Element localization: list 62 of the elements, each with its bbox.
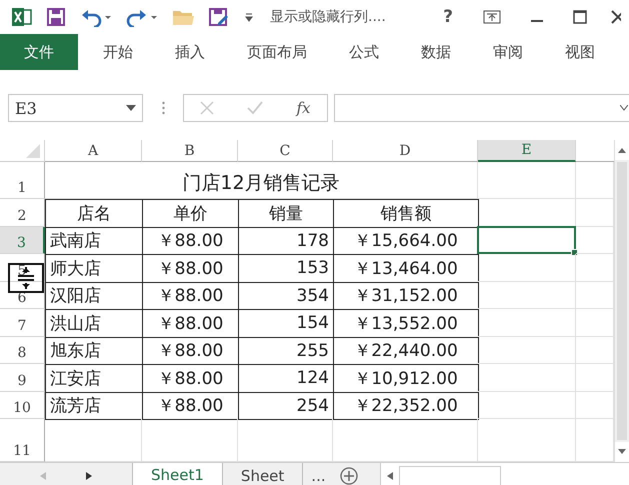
redo-icon[interactable] — [126, 7, 158, 27]
help-button[interactable]: ? — [443, 7, 453, 27]
undo-icon[interactable] — [80, 7, 112, 27]
row-header[interactable]: 9 — [0, 364, 45, 392]
enter-icon[interactable] — [247, 101, 264, 115]
empty-cell[interactable] — [478, 392, 576, 419]
empty-cell[interactable] — [478, 364, 576, 392]
empty-cell[interactable] — [478, 336, 576, 364]
column-header[interactable]: B — [142, 140, 238, 162]
empty-cell[interactable] — [478, 282, 576, 309]
table-cell: 流芳店 — [45, 392, 143, 420]
ribbon-tab[interactable]: 视图 — [544, 34, 616, 70]
scroll-down-icon[interactable] — [618, 449, 626, 455]
sheet-tab[interactable]: Sheet1 — [132, 463, 223, 485]
ribbon-tab[interactable]: 页面布局 — [226, 34, 328, 70]
add-sheet-icon[interactable] — [340, 466, 358, 484]
save-icon[interactable] — [46, 7, 66, 27]
ribbon-display-icon[interactable] — [483, 10, 501, 24]
table-title: 门店12月销售记录 — [45, 162, 478, 199]
column-header[interactable]: E — [478, 140, 576, 162]
ribbon-tab[interactable]: 插入 — [154, 34, 226, 70]
formula-input[interactable] — [334, 94, 629, 122]
column-heading: 店名 — [45, 199, 143, 228]
more-sheets-button[interactable]: ... — [303, 463, 334, 485]
empty-cell[interactable] — [478, 162, 576, 199]
row-header[interactable]: 1 — [0, 162, 45, 199]
insert-function-button[interactable]: fx — [296, 99, 310, 117]
column-header[interactable]: C — [238, 140, 333, 162]
ribbon-tab[interactable]: 开始 — [82, 34, 154, 70]
column-heading: 销售额 — [333, 199, 479, 228]
empty-cell[interactable] — [478, 309, 576, 336]
row-header[interactable]: 8 — [0, 336, 45, 364]
scroll-left-icon[interactable] — [386, 472, 395, 480]
expand-icon[interactable] — [620, 105, 628, 111]
ribbon-tab[interactable]: 文件 — [0, 34, 78, 70]
scroll-up-icon[interactable] — [618, 147, 626, 153]
grip-icon — [162, 101, 164, 115]
window-title: 显示或隐藏行列.... — [270, 8, 386, 26]
ribbon-tab[interactable]: 公式 — [328, 34, 400, 70]
empty-cell[interactable] — [478, 254, 576, 282]
maximize-icon[interactable] — [573, 10, 587, 24]
cancel-icon[interactable] — [200, 101, 214, 115]
name-box[interactable]: E3 — [8, 94, 143, 122]
save-as-icon[interactable] — [208, 7, 230, 27]
row-resize-cursor-icon — [8, 263, 44, 293]
close-icon[interactable] — [611, 10, 621, 24]
ribbon-tab[interactable]: 审阅 — [472, 34, 544, 70]
excel-logo-icon — [12, 7, 32, 27]
row-header[interactable]: 10 — [0, 392, 45, 419]
select-all-icon[interactable] — [26, 144, 40, 158]
table-cell: ￥22,352.00 — [333, 392, 479, 420]
ribbon-tab[interactable]: 数据 — [400, 34, 472, 70]
vertical-scrollbar[interactable] — [614, 140, 629, 462]
customize-caret-icon[interactable] — [244, 11, 254, 23]
selected-cell[interactable] — [477, 226, 576, 254]
next-sheet-icon[interactable] — [86, 472, 92, 480]
row-header[interactable]: 7 — [0, 309, 45, 336]
column-header[interactable]: A — [45, 140, 142, 162]
horizontal-scrollbar[interactable] — [380, 463, 629, 485]
sheet-tab[interactable]: Sheet — [222, 463, 304, 485]
row-header[interactable]: 3 — [0, 226, 45, 254]
previous-sheet-icon[interactable] — [40, 472, 46, 480]
